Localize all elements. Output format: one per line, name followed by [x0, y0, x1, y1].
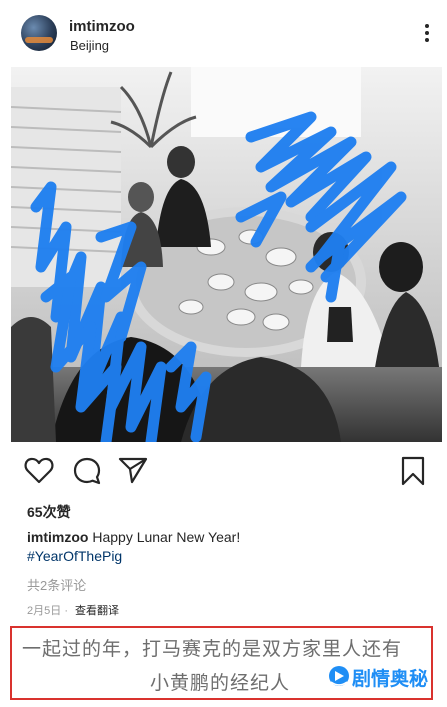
post-actions	[0, 452, 447, 492]
watermark: 剧情奥秘	[324, 659, 431, 695]
watermark-text: 剧情奥秘	[352, 669, 429, 690]
post-username[interactable]: imtimzoo	[69, 18, 135, 35]
blurred-photo-scene	[11, 67, 442, 442]
user-avatar[interactable]	[21, 15, 57, 51]
post-caption: imtimzoo Happy Lunar New Year!	[27, 527, 240, 547]
overlay-text-line2: 小黄鹏的经纪人	[150, 673, 291, 694]
post-date: 2月5日	[27, 605, 62, 617]
more-options-icon[interactable]	[425, 24, 429, 42]
bookmark-icon[interactable]	[400, 456, 426, 486]
hashtag-link[interactable]: #YearOfThePig	[27, 548, 122, 564]
caption-username[interactable]: imtimzoo	[27, 529, 88, 545]
overlay-text-line1: 一起过的年，打马赛克的是双方家里人还有	[22, 639, 403, 660]
translate-link[interactable]: 查看翻译	[75, 605, 119, 617]
paper-plane-icon[interactable]	[118, 456, 148, 484]
heart-icon[interactable]	[24, 456, 54, 484]
caption-text: Happy Lunar New Year!	[92, 529, 241, 545]
post-header: imtimzoo Beijing	[0, 0, 447, 62]
post-photo	[11, 67, 442, 442]
view-comments-link[interactable]: 共2条评论	[27, 575, 86, 594]
post-location[interactable]: Beijing	[70, 38, 109, 53]
date-separator: ·	[64, 605, 68, 617]
like-count[interactable]: 65次赞	[27, 502, 71, 522]
highlighted-caption-box: 一起过的年，打马赛克的是双方家里人还有 小黄鹏的经纪人 剧情奥秘	[10, 626, 433, 700]
brand-logo-icon	[329, 666, 349, 686]
post-date-row: 2月5日 · 查看翻译	[27, 602, 119, 618]
comment-bubble-icon[interactable]	[72, 456, 102, 486]
